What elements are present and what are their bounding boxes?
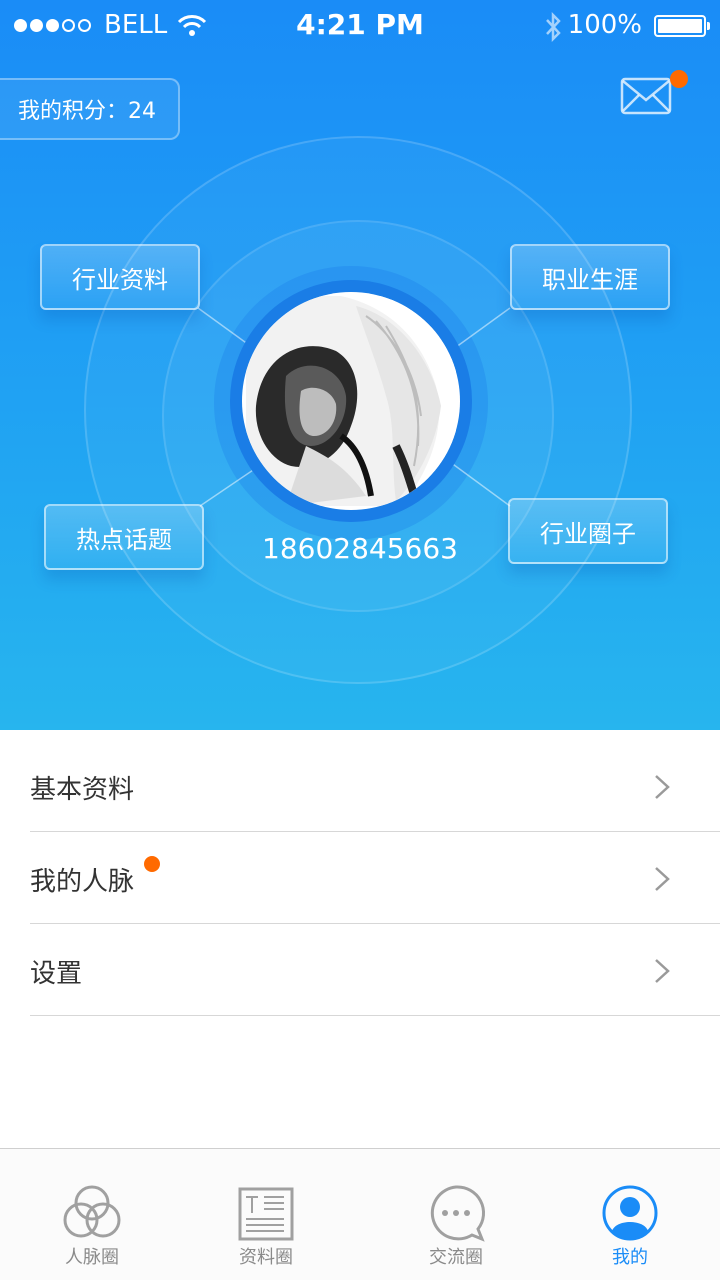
avatar[interactable]: [242, 292, 460, 510]
menu-item-label: 我的人脉: [30, 866, 135, 897]
user-phone: 18602845663: [262, 532, 458, 565]
menu-item-my-contacts[interactable]: 我的人脉: [30, 834, 720, 924]
tab-label: 人脉圈: [65, 1247, 119, 1268]
circles-icon: [63, 1185, 121, 1238]
battery-percent: 100%: [567, 10, 642, 40]
menu-item-basic-info[interactable]: 基本资料: [30, 742, 720, 832]
chevron-right-icon: [655, 775, 670, 799]
tab-mine[interactable]: 我的: [570, 1149, 690, 1281]
document-icon: [238, 1187, 294, 1241]
tab-materials[interactable]: 资料圈: [206, 1149, 326, 1281]
chevron-right-icon: [655, 867, 670, 891]
profile-hero: BELL 4:21 PM 100% 我的积分：24 行业资料 职业生涯 热点话题…: [0, 0, 720, 730]
chevron-right-icon: [655, 959, 670, 983]
category-career[interactable]: 职业生涯: [510, 244, 670, 310]
tab-contacts[interactable]: 人脉圈: [32, 1149, 152, 1281]
menu-item-label: 基本资料: [30, 774, 135, 805]
avatar-photo: [246, 296, 456, 506]
category-label: 职业生涯: [542, 265, 638, 294]
menu-item-label: 设置: [30, 958, 83, 989]
category-industry-materials[interactable]: 行业资料: [40, 244, 200, 310]
notification-badge: [144, 856, 160, 872]
avatar-frame[interactable]: [230, 280, 472, 522]
tab-label: 我的: [612, 1247, 648, 1268]
tab-bar: 人脉圈 资料圈 交流圈 我的: [0, 1148, 720, 1280]
menu-item-settings[interactable]: 设置: [30, 926, 720, 1016]
tab-discussion[interactable]: 交流圈: [396, 1149, 516, 1281]
battery-icon: [654, 15, 710, 37]
bluetooth-icon: [546, 12, 561, 42]
tab-label: 资料圈: [239, 1247, 293, 1268]
status-bar: BELL 4:21 PM 100%: [0, 0, 720, 54]
tab-label: 交流圈: [429, 1247, 483, 1268]
points-badge[interactable]: 我的积分：24: [0, 78, 180, 140]
mail-icon[interactable]: [620, 76, 672, 116]
mail-badge: [670, 70, 688, 88]
profile-icon: [602, 1185, 658, 1241]
category-label: 行业资料: [72, 265, 168, 294]
chat-icon: [430, 1185, 486, 1242]
points-label: 我的积分：24: [18, 99, 156, 124]
